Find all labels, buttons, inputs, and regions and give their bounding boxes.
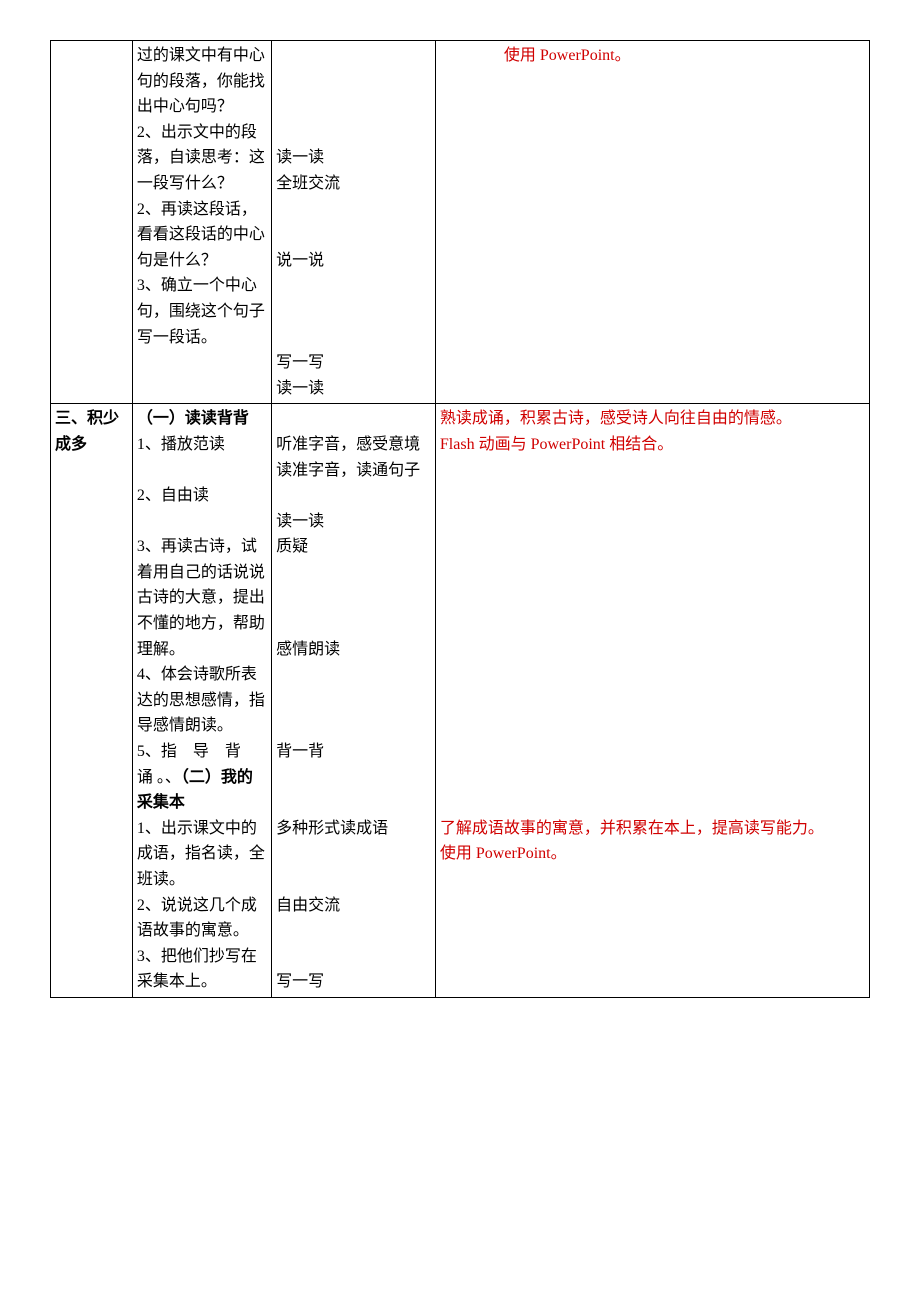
blank-line [276,688,431,714]
cell-text: 读一读 [276,376,431,402]
blank-line [440,483,865,509]
cell-text: 3、把他们抄写在采集本上。 [137,944,267,995]
teacher-activity-cell: 过的课文中有中心句的段落，你能找出中心句吗？2、出示文中的段落，自读思考：这一段… [132,41,271,404]
cell-text: Flash 动画与 PowerPoint 相结合。 [440,432,865,458]
cell-text: 1、播放范读 [137,432,267,458]
blank-line [440,585,865,611]
cell-text: 读一读 [276,145,431,171]
blank-line [440,560,865,586]
cell-text: 2、出示文中的段落，自读思考：这一段写什么？ [137,120,267,197]
lesson-plan-table: 过的课文中有中心句的段落，你能找出中心句吗？2、出示文中的段落，自读思考：这一段… [50,40,870,998]
cell-text: 背一背 [276,739,431,765]
blank-line [276,560,431,586]
cell-text: 2、再读这段话，看看这段话的中心句是什么？ [137,197,267,274]
cell-text: 熟读成诵，积累古诗，感受诗人向往自由的情感。 [440,406,865,432]
blank-line [276,222,431,248]
cell-text: 听准字音，感受意境 [276,432,431,458]
cell-text: 使用 PowerPoint。 [440,43,865,69]
design-intent-cell: 熟读成诵，积累古诗，感受诗人向往自由的情感。Flash 动画与 PowerPoi… [435,404,869,998]
cell-text: 3、确立一个中心句，围绕这个句子写一段话。 [137,273,267,350]
blank-line [276,944,431,970]
blank-line [440,662,865,688]
blank-line [276,611,431,637]
cell-text: 3、再读古诗，试着用自己的话说说古诗的大意，提出不懂的地方，帮助理解。 [137,534,267,662]
blank-line [276,765,431,791]
blank-line [440,611,865,637]
cell-text: 感情朗读 [276,637,431,663]
cell-text: 说一说 [276,248,431,274]
blank-line [440,765,865,791]
section-cell: 三、积少成多 [51,404,133,998]
blank-line [440,688,865,714]
design-intent-cell: 使用 PowerPoint。 [435,41,869,404]
blank-line [276,325,431,351]
cell-text: 5、指 导 背 诵 。、（二）我的采集本 [137,739,267,816]
blank-line [440,790,865,816]
blank-line [276,790,431,816]
student-activity-cell: 听准字音，感受意境读准字音，读通句子 读一读质疑 感情朗读 背一背 多种形式读成… [272,404,436,998]
cell-text: 4、体会诗歌所表达的思想感情，指导感情朗读。 [137,662,267,739]
student-activity-cell: 读一读全班交流 说一说 写一写读一读 [272,41,436,404]
table-row: 过的课文中有中心句的段落，你能找出中心句吗？2、出示文中的段落，自读思考：这一段… [51,41,870,404]
cell-text: 1、出示课文中的成语，指名读，全班读。 [137,816,267,893]
blank-line [276,120,431,146]
teacher-activity-cell: （一）读读背背1、播放范读 2、自由读 3、再读古诗，试着用自己的话说说古诗的大… [132,404,271,998]
blank-line [276,43,431,69]
blank-line [276,299,431,325]
blank-line [276,918,431,944]
cell-text: 2、说说这几个成语故事的寓意。 [137,893,267,944]
blank-line [276,94,431,120]
blank-line [276,483,431,509]
blank-line [276,197,431,223]
blank-line [440,739,865,765]
cell-text: 读准字音，读通句子 [276,458,431,484]
blank-line [276,69,431,95]
blank-line [276,713,431,739]
cell-text: （一）读读背背 [137,406,267,432]
blank-line [440,637,865,663]
blank-line [440,713,865,739]
section-cell [51,41,133,404]
cell-text: 过的课文中有中心句的段落，你能找出中心句吗？ [137,43,267,120]
blank-line [276,841,431,867]
cell-text: 写一写 [276,969,431,995]
blank-line [276,662,431,688]
table-row: 三、积少成多（一）读读背背1、播放范读 2、自由读 3、再读古诗，试着用自己的话… [51,404,870,998]
blank-line [276,406,431,432]
blank-line [137,458,267,484]
cell-text: 全班交流 [276,171,431,197]
cell-text: 多种形式读成语 [276,816,431,842]
cell-text: 读一读 [276,509,431,535]
blank-line [137,509,267,535]
blank-line [440,534,865,560]
blank-line [440,509,865,535]
blank-line [276,273,431,299]
cell-text: 了解成语故事的寓意，并积累在本上，提高读写能力。 [440,816,865,842]
section-title: 三、积少成多 [55,406,128,457]
cell-text: 质疑 [276,534,431,560]
blank-line [276,867,431,893]
blank-line [440,458,865,484]
cell-text: 2、自由读 [137,483,267,509]
cell-text: 写一写 [276,350,431,376]
cell-text: 自由交流 [276,893,431,919]
blank-line [276,585,431,611]
cell-text: 使用 PowerPoint。 [440,841,865,867]
